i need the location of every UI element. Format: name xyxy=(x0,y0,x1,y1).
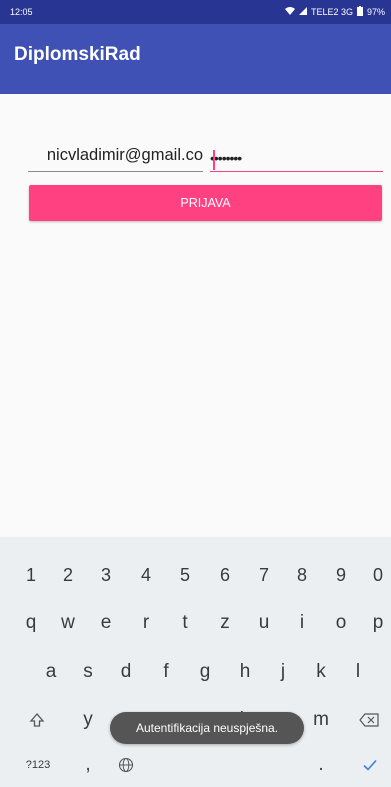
language-key[interactable] xyxy=(109,745,143,785)
key-6[interactable]: 6 xyxy=(208,555,242,595)
key-w[interactable]: w xyxy=(51,603,85,643)
status-bar: 12:05 TELE2 3G 97% xyxy=(0,0,391,24)
key-i[interactable]: i xyxy=(285,603,319,643)
key-0[interactable]: 0 xyxy=(361,555,391,595)
symbols-key[interactable]: ?123 xyxy=(18,745,58,785)
key-5[interactable]: 5 xyxy=(168,555,202,595)
key-g[interactable]: g xyxy=(188,652,222,692)
key-1[interactable]: 1 xyxy=(14,555,48,595)
keyboard-bottom-row: ?123 , . xyxy=(0,745,391,785)
toast-message: Autentifikacija neuspješna. xyxy=(135,721,279,735)
key-y[interactable]: y xyxy=(71,700,105,740)
login-form: nicvladimir@gmail.co •••••••• PRIJAVA xyxy=(0,94,391,537)
key-a[interactable]: a xyxy=(34,652,68,692)
comma-key[interactable]: , xyxy=(71,745,105,785)
key-q[interactable]: q xyxy=(14,603,48,643)
key-j[interactable]: j xyxy=(266,652,300,692)
space-key[interactable] xyxy=(145,745,265,785)
backspace-key[interactable] xyxy=(352,700,386,740)
toast: Autentifikacija neuspješna. xyxy=(110,712,304,744)
text-cursor xyxy=(213,150,215,170)
app-bar: DiplomskiRad xyxy=(0,24,391,94)
key-m[interactable]: m xyxy=(304,700,338,740)
battery-icon xyxy=(356,6,363,18)
keyboard-row-1: q w e r t z u i o p xyxy=(0,603,391,643)
key-r[interactable]: r xyxy=(129,603,163,643)
key-4[interactable]: 4 xyxy=(129,555,163,595)
email-value: nicvladimir@gmail.co xyxy=(46,146,203,164)
key-z[interactable]: z xyxy=(208,603,242,643)
keyboard: 1 2 3 4 5 6 7 8 9 0 q w e r t z u i o p … xyxy=(0,537,391,787)
key-d[interactable]: d xyxy=(109,652,143,692)
check-icon xyxy=(363,759,377,771)
shift-key[interactable] xyxy=(20,700,54,740)
carrier-label: TELE2 3G xyxy=(310,7,353,17)
key-o[interactable]: o xyxy=(324,603,358,643)
key-2[interactable]: 2 xyxy=(51,555,85,595)
keyboard-row-2: a s d f g h j k l xyxy=(0,652,391,692)
key-7[interactable]: 7 xyxy=(247,555,281,595)
shift-icon xyxy=(29,713,45,727)
keyboard-number-row: 1 2 3 4 5 6 7 8 9 0 xyxy=(0,555,391,595)
password-value: •••••••• xyxy=(210,150,242,166)
key-8[interactable]: 8 xyxy=(285,555,319,595)
battery-percent: 97% xyxy=(366,7,385,17)
period-key[interactable]: . xyxy=(304,745,338,785)
done-key[interactable] xyxy=(353,745,387,785)
key-3[interactable]: 3 xyxy=(89,555,123,595)
key-p[interactable]: p xyxy=(361,603,391,643)
app-title: DiplomskiRad xyxy=(14,44,141,65)
status-icons: TELE2 3G 97% xyxy=(284,6,385,18)
login-button-label: PRIJAVA xyxy=(180,196,231,210)
backspace-icon xyxy=(359,713,379,727)
wifi-icon xyxy=(284,7,295,17)
password-field[interactable]: •••••••• xyxy=(210,142,383,172)
key-t[interactable]: t xyxy=(168,603,202,643)
key-u[interactable]: u xyxy=(247,603,281,643)
signal-icon xyxy=(298,7,307,17)
key-h[interactable]: h xyxy=(228,652,262,692)
key-k[interactable]: k xyxy=(304,652,338,692)
key-e[interactable]: e xyxy=(89,603,123,643)
globe-icon xyxy=(118,757,134,773)
key-f[interactable]: f xyxy=(149,652,183,692)
login-button[interactable]: PRIJAVA xyxy=(29,185,382,221)
key-s[interactable]: s xyxy=(71,652,105,692)
key-9[interactable]: 9 xyxy=(324,555,358,595)
key-l[interactable]: l xyxy=(341,652,375,692)
email-field[interactable]: nicvladimir@gmail.co xyxy=(28,142,203,172)
status-time: 12:05 xyxy=(10,7,33,17)
